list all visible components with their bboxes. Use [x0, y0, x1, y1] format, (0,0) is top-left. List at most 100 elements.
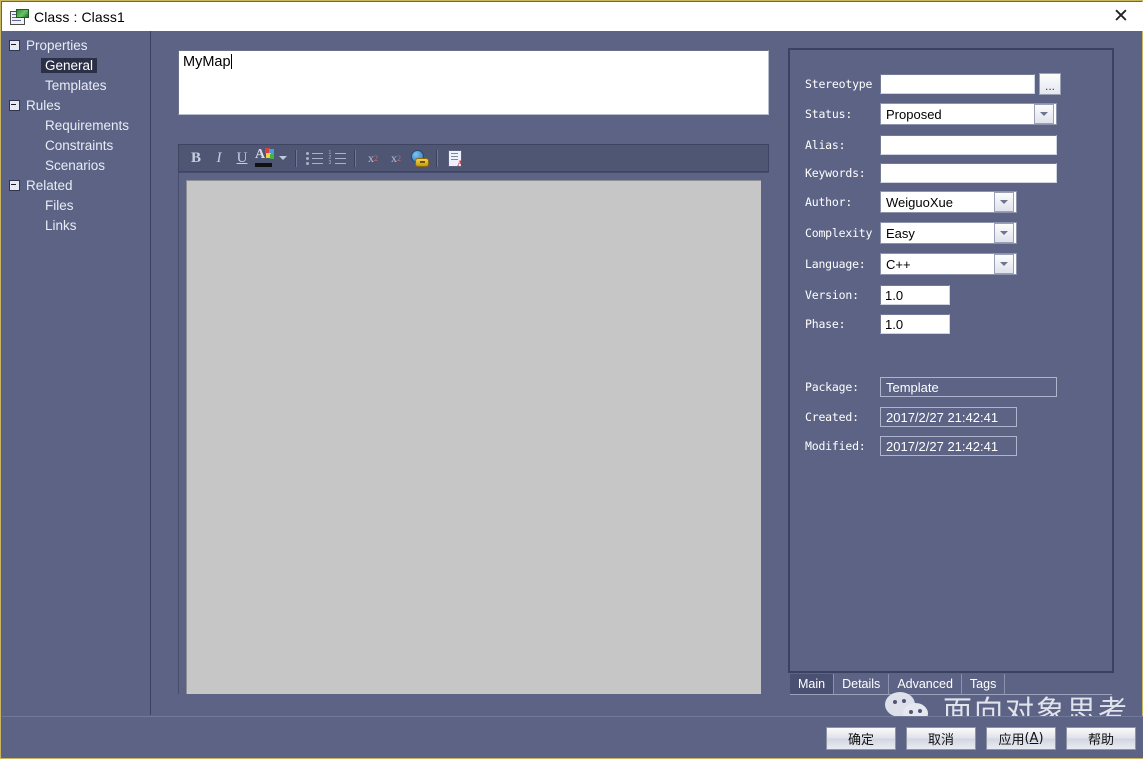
chevron-down-icon[interactable] — [994, 254, 1014, 274]
notes-editor-surface[interactable] — [186, 180, 761, 694]
apply-button[interactable]: 应用(A) — [986, 727, 1056, 750]
status-value: Proposed — [886, 107, 942, 122]
spell-check-icon: A — [448, 150, 462, 166]
toolbar-separator — [436, 150, 438, 167]
tab-details[interactable]: Details — [834, 674, 889, 694]
font-color-button[interactable]: A — [254, 147, 276, 169]
close-icon[interactable]: ✕ — [1101, 2, 1141, 31]
complexity-select[interactable]: Easy — [880, 222, 1017, 244]
globe-link-icon — [410, 150, 428, 166]
sidebar-item-links[interactable]: Links — [2, 215, 150, 235]
help-button[interactable]: 帮助 — [1066, 727, 1136, 750]
main-content: MyMap B I U A — [152, 31, 777, 715]
language-label: Language: — [805, 257, 880, 271]
sidebar-item-constraints[interactable]: Constraints — [2, 135, 150, 155]
toolbar-separator — [354, 150, 356, 167]
tree-item-label: Constraints — [45, 138, 113, 153]
toolbar-separator — [295, 150, 297, 167]
tree-group-related[interactable]: Related — [2, 175, 150, 195]
complexity-label: Complexity — [805, 226, 880, 240]
field-row-language: Language: C++ — [805, 253, 1017, 275]
sidebar-item-files[interactable]: Files — [2, 195, 150, 215]
bullet-list-button[interactable] — [303, 147, 325, 169]
sidebar-item-templates[interactable]: Templates — [2, 75, 150, 95]
underline-button[interactable]: U — [231, 147, 253, 169]
status-label: Status: — [805, 107, 880, 121]
apply-button-accelerator: A — [1030, 731, 1039, 746]
name-input[interactable] — [178, 50, 769, 115]
complexity-value: Easy — [886, 226, 915, 241]
stereotype-browse-button[interactable]: ... — [1039, 73, 1061, 95]
tree-item-label: General — [41, 58, 97, 73]
language-select[interactable]: C++ — [880, 253, 1017, 275]
modified-value: 2017/2/27 21:42:41 — [880, 436, 1017, 456]
properties-panel: Stereotype ... Status: Proposed Alias: K… — [788, 48, 1114, 673]
version-label: Version: — [805, 288, 880, 302]
ok-button[interactable]: 确定 — [826, 727, 896, 750]
subscript-button[interactable]: x2 — [385, 147, 407, 169]
notes-rich-text-editor: B I U A — [178, 144, 769, 696]
tree-group-label: Rules — [26, 98, 61, 113]
field-row-author: Author: WeiguoXue — [805, 191, 1017, 213]
author-label: Author: — [805, 195, 880, 209]
hyperlink-button[interactable] — [408, 147, 430, 169]
superscript-button[interactable]: x2 — [362, 147, 384, 169]
tab-tags[interactable]: Tags — [962, 674, 1005, 694]
field-row-keywords: Keywords: — [805, 162, 1057, 184]
tree-item-label: Links — [45, 218, 77, 233]
sidebar-item-general[interactable]: General — [2, 55, 150, 75]
chevron-down-icon[interactable] — [994, 223, 1014, 243]
notes-editor-body[interactable] — [178, 172, 769, 694]
tab-strip-filler — [1005, 674, 1112, 694]
alias-input[interactable] — [880, 135, 1057, 155]
bullet-list-icon — [306, 151, 323, 165]
keywords-input[interactable] — [880, 163, 1057, 183]
tree-group-label: Related — [26, 178, 73, 193]
created-value: 2017/2/27 21:42:41 — [880, 407, 1017, 427]
bold-button[interactable]: B — [185, 147, 207, 169]
author-value: WeiguoXue — [886, 195, 953, 210]
navigation-tree: Properties General Templates Rules Requi… — [2, 31, 151, 715]
field-row-created: Created: 2017/2/27 21:42:41 — [805, 406, 1017, 428]
package-value: Template — [880, 377, 1057, 397]
chevron-down-icon[interactable] — [1034, 104, 1054, 124]
alias-label: Alias: — [805, 138, 880, 152]
status-select[interactable]: Proposed — [880, 103, 1057, 125]
phase-input[interactable]: 1.0 — [880, 314, 950, 334]
numbered-list-button[interactable]: 1 2 3 — [326, 147, 348, 169]
tab-advanced[interactable]: Advanced — [889, 674, 962, 694]
class-properties-dialog: Class : Class1 ✕ Properties General Temp… — [0, 0, 1143, 759]
version-input[interactable]: 1.0 — [880, 285, 950, 305]
author-select[interactable]: WeiguoXue — [880, 191, 1017, 213]
sidebar-item-requirements[interactable]: Requirements — [2, 115, 150, 135]
tree-item-label: Files — [45, 198, 74, 213]
tree-group-rules[interactable]: Rules — [2, 95, 150, 115]
tree-group-properties[interactable]: Properties — [2, 35, 150, 55]
collapse-icon[interactable] — [9, 180, 20, 191]
font-color-dropdown-arrow-icon[interactable] — [277, 147, 289, 169]
language-value: C++ — [886, 257, 911, 272]
cancel-button[interactable]: 取消 — [906, 727, 976, 750]
collapse-icon[interactable] — [9, 40, 20, 51]
tree-item-label: Requirements — [45, 118, 129, 133]
field-row-stereotype: Stereotype ... — [805, 73, 1061, 95]
chevron-down-icon[interactable] — [994, 192, 1014, 212]
collapse-icon[interactable] — [9, 100, 20, 111]
tab-main[interactable]: Main — [790, 674, 834, 694]
modified-label: Modified: — [805, 439, 880, 453]
apply-button-label: 应用 — [998, 729, 1024, 748]
tree-group-label: Properties — [26, 38, 88, 53]
stereotype-label: Stereotype — [805, 77, 880, 91]
title-bar: Class : Class1 ✕ — [2, 2, 1143, 31]
stereotype-input[interactable] — [880, 74, 1035, 94]
spell-check-button[interactable]: A — [444, 147, 466, 169]
sidebar-item-scenarios[interactable]: Scenarios — [2, 155, 150, 175]
italic-button[interactable]: I — [208, 147, 230, 169]
tree-item-label: Templates — [45, 78, 107, 93]
field-row-phase: Phase: 1.0 — [805, 313, 950, 335]
field-row-alias: Alias: — [805, 134, 1057, 156]
font-color-icon: A — [255, 148, 275, 168]
field-row-status: Status: Proposed — [805, 103, 1057, 125]
tree-item-label: Scenarios — [45, 158, 105, 173]
field-row-modified: Modified: 2017/2/27 21:42:41 — [805, 435, 1017, 457]
